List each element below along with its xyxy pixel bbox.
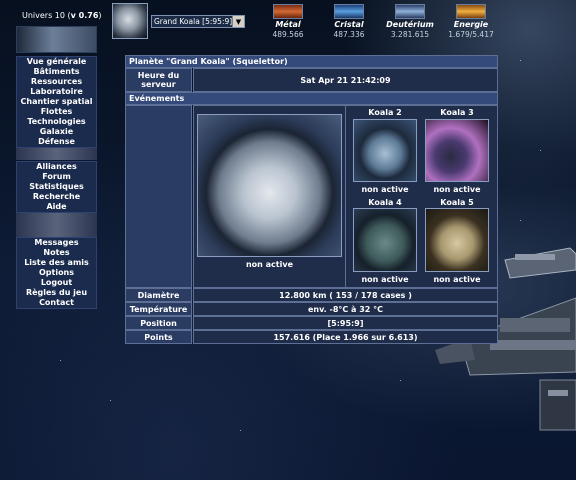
- diameter-value: 12.800 km ( 153 / 178 cases ): [193, 288, 498, 302]
- current-planet-thumbnail[interactable]: [112, 3, 148, 39]
- temperature-label: Température: [125, 302, 192, 316]
- menu-divider: [16, 148, 97, 160]
- menu-item-technologies[interactable]: Technologies: [17, 117, 96, 127]
- menu-item-options[interactable]: Options: [17, 268, 96, 278]
- moon-status: non active: [361, 185, 409, 194]
- resource-name: Métal: [275, 20, 301, 29]
- position-value[interactable]: [5:95:9]: [193, 316, 498, 330]
- main-planet-image[interactable]: [197, 114, 342, 257]
- menu-item-resources[interactable]: Ressources: [17, 77, 96, 87]
- crystal-icon: [334, 4, 364, 19]
- menu-item-forum[interactable]: Forum: [17, 172, 96, 182]
- star: [240, 430, 241, 431]
- moon-image-koala-2[interactable]: [353, 119, 417, 182]
- moon-name: Koala 4: [368, 198, 402, 207]
- star: [400, 380, 401, 381]
- position-label: Position: [125, 316, 192, 330]
- menu-item-research[interactable]: Laboratoire: [17, 87, 96, 97]
- star: [520, 60, 521, 61]
- chevron-down-icon[interactable]: ▼: [232, 16, 244, 27]
- menu-item-buddylist[interactable]: Liste des amis: [17, 258, 96, 268]
- server-time: Sat Apr 21 21:42:09: [193, 68, 498, 92]
- menu-item-logout[interactable]: Logout: [17, 278, 96, 288]
- menu-item-buildings[interactable]: Bâtiments: [17, 67, 96, 77]
- metal-icon: [273, 4, 303, 19]
- resource-metal: Métal 489.566: [258, 4, 318, 39]
- resource-value: 1.679/5.417: [448, 30, 494, 39]
- server-time-label: Heure du serveur: [125, 68, 192, 92]
- points-value: 157.616 (Place 1.966 sur 6.613): [193, 330, 498, 344]
- resource-value: 487.336: [333, 30, 365, 39]
- menu-item-fleet[interactable]: Flottes: [17, 107, 96, 117]
- menu-item-notes[interactable]: Notes: [17, 248, 96, 258]
- menu-group-community: Alliances Forum Statistiques Recherche A…: [16, 161, 97, 213]
- moon-image-koala-4[interactable]: [353, 208, 417, 272]
- planet-select-value: Grand Koala [5:95:9]: [154, 17, 233, 26]
- universe-label: Univers 10 (v 0.76): [22, 11, 102, 20]
- moon-image-koala-5[interactable]: [425, 208, 489, 272]
- deuterium-icon: [395, 4, 425, 19]
- resource-name: Energie: [453, 20, 489, 29]
- overview-table: Planète "Grand Koala" (Squelettor) Heure…: [125, 55, 498, 344]
- menu-item-rules[interactable]: Règles du jeu: [17, 288, 96, 298]
- energy-icon: [456, 4, 486, 19]
- planet-title: Planète "Grand Koala" (Squelettor): [125, 55, 498, 68]
- moon-image-koala-3[interactable]: [425, 119, 489, 182]
- diameter-label: Diamètre: [125, 288, 192, 302]
- moon-status: non active: [433, 185, 481, 194]
- resource-name: Deutérium: [386, 20, 434, 29]
- points-label: Points: [125, 330, 192, 344]
- resource-energy: Energie 1.679/5.417: [441, 4, 501, 39]
- planet-select[interactable]: Grand Koala [5:95:9] ▼: [151, 15, 245, 28]
- resource-crystal: Cristal 487.336: [319, 4, 379, 39]
- menu-group-account: Messages Notes Liste des amis Options Lo…: [16, 237, 97, 309]
- menu-item-contact[interactable]: Contact: [17, 298, 96, 308]
- planet-gallery: non active Koala 2 non active Koala 3 no…: [193, 105, 498, 288]
- resource-deuterium: Deutérium 3.281.615: [380, 4, 440, 39]
- star: [520, 220, 521, 221]
- menu-item-messages[interactable]: Messages: [17, 238, 96, 248]
- menu-divider: [16, 213, 97, 237]
- events-header: Evénements: [125, 92, 498, 105]
- menu-item-shipyard[interactable]: Chantier spatial: [17, 97, 96, 107]
- star: [540, 150, 541, 151]
- star: [110, 400, 111, 401]
- moon-status: non active: [361, 275, 409, 284]
- menu-item-alliances[interactable]: Alliances: [17, 162, 96, 172]
- main-planet-status: non active: [245, 260, 294, 269]
- temperature-value: env. -8°C à 32 °C: [193, 302, 498, 316]
- menu-item-overview[interactable]: Vue générale: [17, 57, 96, 67]
- moon-name: Koala 2: [368, 108, 402, 117]
- resource-value: 489.566: [272, 30, 304, 39]
- menu-group-main: Vue générale Bâtiments Ressources Labora…: [16, 56, 97, 148]
- game-logo[interactable]: [16, 26, 97, 53]
- menu-item-statistics[interactable]: Statistiques: [17, 182, 96, 192]
- resource-name: Cristal: [334, 20, 364, 29]
- moon-name: Koala 3: [440, 108, 474, 117]
- moon-name: Koala 5: [440, 198, 474, 207]
- resource-value: 3.281.615: [390, 30, 430, 39]
- menu-item-galaxy[interactable]: Galaxie: [17, 127, 96, 137]
- menu-item-search[interactable]: Recherche: [17, 192, 96, 202]
- moon-status: non active: [433, 275, 481, 284]
- menu-item-help[interactable]: Aide: [17, 202, 96, 212]
- menu-item-defense[interactable]: Défense: [17, 137, 96, 147]
- events-spacer: [125, 105, 192, 288]
- star: [60, 360, 61, 361]
